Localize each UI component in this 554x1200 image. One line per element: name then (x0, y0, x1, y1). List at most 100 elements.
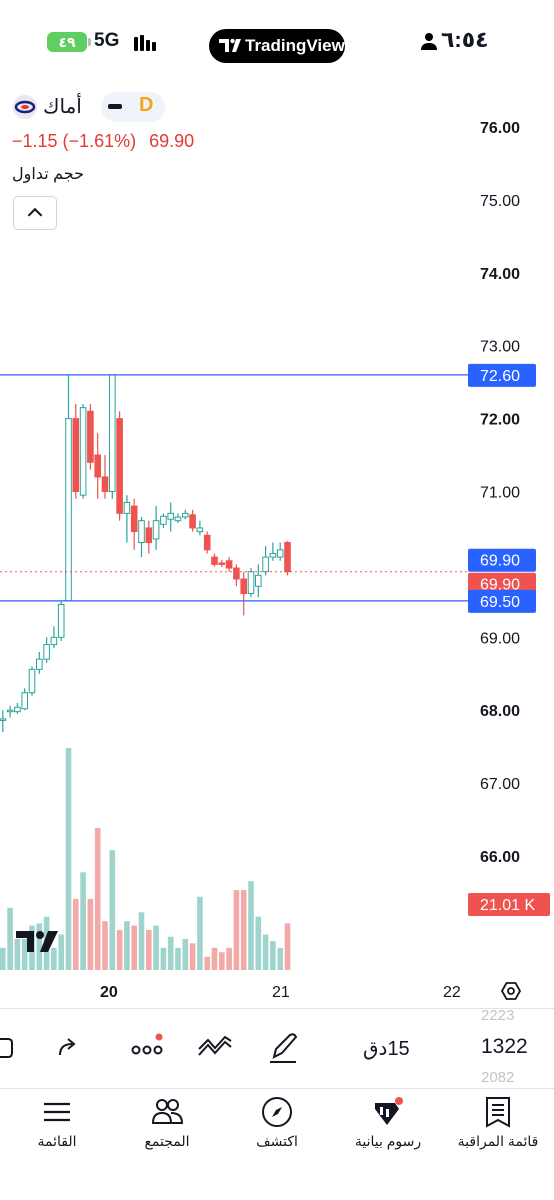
candle (101, 455, 109, 499)
nav-menu[interactable]: القائمة (22, 1089, 92, 1159)
nav-community[interactable]: المجتمع (130, 1089, 204, 1159)
volume-bar (167, 936, 174, 970)
candle (21, 688, 28, 711)
y-tick-label: 67.00 (480, 776, 520, 793)
volume-bar (277, 947, 283, 970)
chart-toolbar: 15دق 2223 1322 2082 (0, 1007, 554, 1088)
symbol-logo (13, 95, 37, 119)
candle (123, 495, 131, 543)
indicators-icon[interactable] (197, 1031, 233, 1065)
nav-charts[interactable]: رسوم بيانية (346, 1089, 430, 1159)
y-tick-label: 73.00 (480, 339, 520, 356)
volume-bar (14, 938, 21, 970)
candle (43, 637, 50, 663)
candles (0, 374, 291, 733)
nav-community-label: المجتمع (144, 1133, 190, 1149)
volume-tag: 21.01 K (468, 893, 550, 916)
candle (233, 564, 240, 587)
symbol-next[interactable]: 2082 (481, 1069, 514, 1086)
nav-explore[interactable]: اكتشف (242, 1089, 312, 1159)
volume-bar (248, 881, 254, 970)
volume-bar (116, 930, 123, 970)
market-closed-icon (108, 104, 122, 109)
candle (255, 564, 262, 598)
x-tick-label: 20 (100, 984, 118, 1001)
volume-bar (175, 947, 181, 970)
redo-icon[interactable] (54, 1031, 84, 1065)
candle (284, 541, 291, 576)
y-tick-label: 68.00 (480, 703, 520, 720)
interval-selector[interactable]: 15دق (363, 1036, 410, 1061)
candle (240, 571, 247, 616)
svg-text:72.60: 72.60 (480, 368, 520, 385)
volume-bar (240, 890, 247, 970)
candle (269, 542, 277, 561)
candle (6, 705, 14, 718)
candle (247, 568, 255, 598)
y-tick-label: 75.00 (480, 193, 520, 210)
candle (65, 374, 72, 602)
volume-bar (65, 748, 72, 970)
more-icon[interactable] (128, 1031, 168, 1065)
symbol-prev[interactable]: 2223 (481, 1007, 514, 1024)
volume-bar (80, 872, 86, 970)
tradingview-logo-icon (219, 38, 241, 52)
line-price-tag: 69.50 (468, 589, 536, 613)
nav-menu-label: القائمة (37, 1133, 77, 1149)
candle (94, 433, 102, 499)
volume-bar (226, 947, 232, 970)
collapse-legend-button[interactable] (13, 196, 57, 230)
volume-bar (0, 947, 6, 970)
chart-icon (375, 1097, 403, 1125)
volume-bar (189, 943, 196, 970)
x-tick-label: 22 (443, 984, 461, 1001)
drawing-brush-icon[interactable] (266, 1031, 300, 1065)
nav-explore-label: اكتشف (256, 1133, 298, 1149)
price-change: −1.15 (−1.61%) 69.90 (12, 131, 194, 152)
volume-bar (153, 925, 159, 970)
candle (145, 520, 153, 554)
price-change-value: −1.15 (−1.61%) (12, 131, 137, 151)
volume-bar (211, 947, 218, 970)
price-axis[interactable]: 76.00 75.00 74.00 73.00 72.00 71.00 69.00 68.00… (480, 120, 520, 866)
tradingview-badge[interactable]: TradingView (209, 29, 345, 63)
battery-tip (88, 38, 91, 46)
volume-bar (204, 956, 210, 970)
candle (0, 710, 7, 733)
y-tick-label: 74.00 (480, 266, 520, 283)
y-tick-label: 69.00 (480, 630, 520, 647)
volume-bar (182, 938, 189, 970)
volume-bar (270, 941, 276, 970)
candle (87, 404, 94, 470)
chevron-up-icon (27, 207, 43, 217)
delayed-data-badge[interactable]: D (139, 94, 153, 117)
volume-bar (255, 916, 262, 970)
volume-bar (109, 850, 116, 970)
x-tick-label: 21 (272, 984, 290, 1001)
symbol-name[interactable]: أماك (43, 94, 82, 119)
candle (109, 374, 116, 499)
candle (130, 498, 138, 550)
y-tick-label: 71.00 (480, 485, 520, 502)
candle (160, 513, 167, 528)
y-tick-label: 72.00 (480, 412, 520, 429)
candle (57, 600, 65, 641)
volume-bar (73, 898, 79, 970)
compare-icon[interactable] (0, 1031, 16, 1065)
time-axis[interactable]: 20 21 22 (100, 984, 461, 1001)
volume-bar (87, 898, 94, 970)
candle (276, 542, 284, 561)
chart-settings-icon[interactable] (500, 982, 522, 1000)
candle (182, 509, 189, 520)
volume-bar (284, 923, 291, 970)
candle (14, 702, 21, 714)
price-chart[interactable]: 76.00 75.00 74.00 73.00 72.00 71.00 69.00 68.00… (0, 86, 554, 1006)
candle (211, 553, 218, 567)
menu-icon (44, 1102, 70, 1122)
tradingview-badge-label: TradingView (245, 36, 345, 55)
volume-indicator-label[interactable]: حجم تداول (12, 164, 84, 184)
symbol-selector[interactable]: 1322 (481, 1035, 528, 1059)
volume-bar (102, 921, 108, 970)
nav-watchlist[interactable]: قائمة المراقبة (450, 1089, 546, 1159)
candle (116, 411, 123, 521)
